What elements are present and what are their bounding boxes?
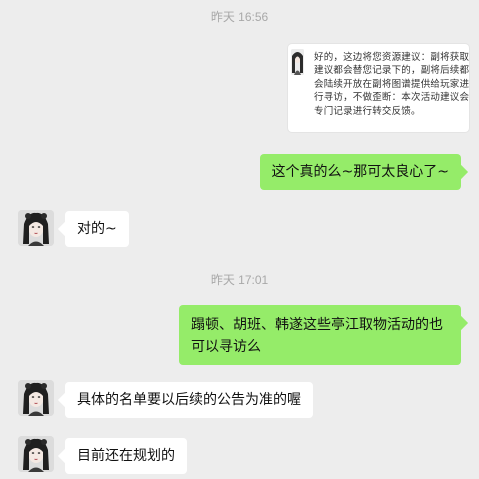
contact-avatar[interactable]	[18, 380, 54, 416]
quoted-message-text: 好的，这边将您资源建议：副将获取建议都会替您记录下的，副将后续都会陆续开放在副将…	[314, 52, 469, 117]
incoming-message-bubble[interactable]: 目前还在规划的	[65, 438, 187, 474]
message-text: 这个真的么~那可太良心了~	[271, 164, 449, 180]
timestamp: 昨天 16:56	[210, 10, 269, 24]
outgoing-message-bubble[interactable]: 这个真的么~那可太良心了~	[259, 154, 461, 190]
contact-avatar[interactable]	[18, 210, 54, 246]
incoming-message-bubble[interactable]: 具体的名单要以后续的公告为准的喔	[65, 382, 313, 418]
woman-portrait-avatar	[18, 380, 54, 416]
timestamp: 昨天 17:01	[210, 273, 269, 287]
message-text: 具体的名单要以后续的公告为准的喔	[77, 392, 301, 408]
woman-portrait-avatar	[18, 436, 54, 472]
woman-portrait-avatar	[18, 210, 54, 246]
message-text: 目前还在规划的	[77, 448, 175, 464]
message-text: 对的~	[77, 221, 117, 237]
portrait-thumbnail-icon	[291, 49, 304, 75]
message-text: 蹋顿、胡班、韩遂这些亭江取物活动的也可以寻访么	[191, 317, 443, 355]
incoming-message-bubble[interactable]: 对的~	[65, 211, 129, 247]
contact-avatar[interactable]	[18, 436, 54, 472]
outgoing-message-bubble[interactable]: 蹋顿、胡班、韩遂这些亭江取物活动的也可以寻访么	[179, 305, 461, 365]
quoted-message-card[interactable]: 好的，这边将您资源建议：副将获取建议都会替您记录下的，副将后续都会陆续开放在副将…	[288, 44, 469, 132]
